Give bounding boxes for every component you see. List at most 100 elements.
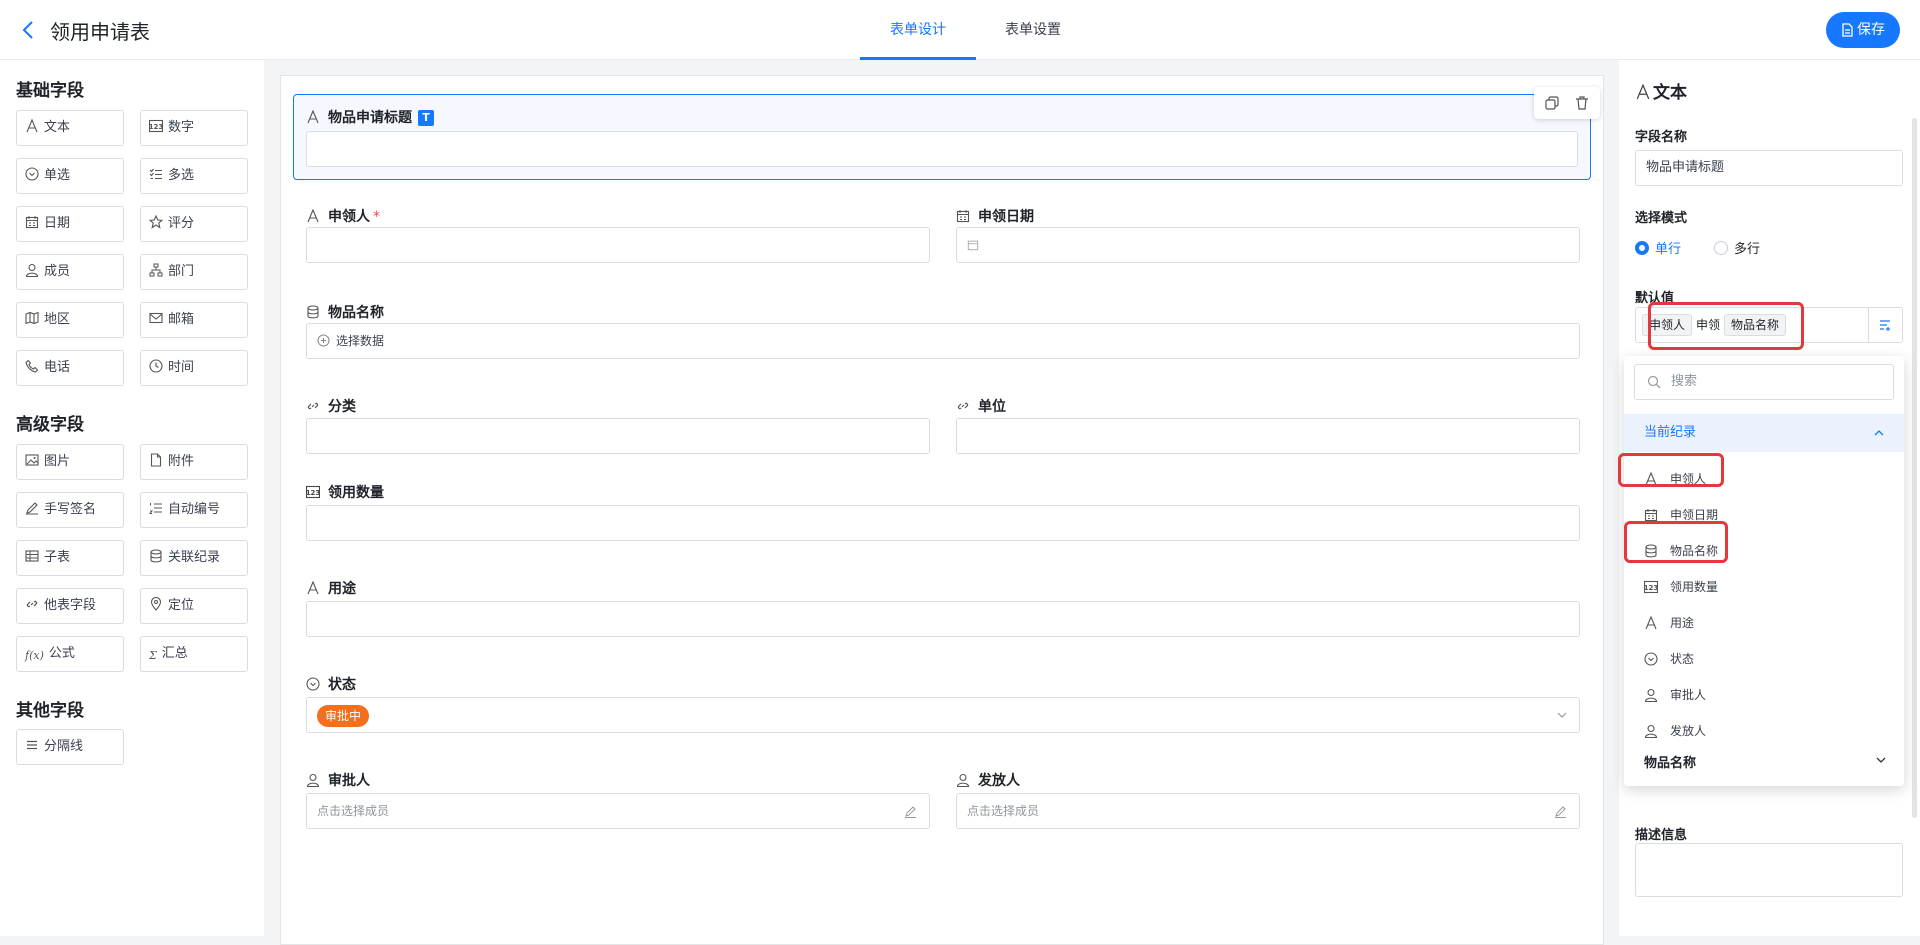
user-icon [956,773,970,788]
phone-icon [25,353,39,373]
formula-icon: f(x) [25,649,44,662]
user-icon [1644,688,1658,703]
description-label: 描述信息 [1635,828,1688,843]
single-select-icon [1644,652,1658,666]
map-icon [25,305,39,325]
palette-image-button[interactable]: 图片 [16,444,124,480]
unit-input[interactable] [956,418,1580,454]
save-doc-icon [1842,23,1853,37]
link-icon [306,399,320,413]
chevron-up-icon [1874,430,1884,436]
applicant-input[interactable] [306,227,930,263]
palette-table-button[interactable]: 子表 [16,540,124,576]
clock-icon [149,353,163,373]
search-input[interactable]: 搜索 [1634,364,1894,400]
palette-pen-button[interactable]: 手写签名 [16,492,124,528]
dropdown-item[interactable]: 用途 [1644,614,1694,631]
palette-map-button[interactable]: 地区 [16,302,124,338]
palette-link-button[interactable]: 他表字段 [16,588,124,624]
palette-text-button[interactable]: 文本 [16,110,124,146]
save-label: 保存 [1857,22,1885,38]
chevron-down-icon [1557,712,1567,718]
save-button[interactable]: 保存 [1826,12,1900,48]
palette-clock-button[interactable]: 时间 [140,350,248,386]
advanced-fields-heading: 高级字段 [16,415,84,435]
apply-date-input[interactable] [956,227,1580,263]
number-icon: 123 [1644,580,1658,594]
add-circle-icon [317,326,330,347]
palette-multi-select-button[interactable]: 多选 [140,158,248,194]
description-textarea[interactable] [1635,843,1903,897]
palette-single-select-button[interactable]: 单选 [16,158,124,194]
insert-field-icon[interactable] [1878,318,1892,332]
status-select[interactable]: 审批中 [306,697,1580,733]
svg-text:123: 123 [1644,584,1658,592]
current-record-section[interactable]: 当前纪录 [1624,414,1904,452]
dropdown-item[interactable]: 状态 [1644,650,1694,667]
copy-icon[interactable] [1544,95,1560,111]
scrollbar[interactable] [1912,118,1917,818]
trash-icon[interactable] [1574,95,1590,111]
radio-dot [1635,241,1649,255]
approver-picker[interactable]: 点击选择成员 [306,793,930,829]
text-icon [306,208,320,223]
link-icon [956,399,970,413]
purpose-input[interactable] [306,601,1580,637]
tab-form-design[interactable]: 表单设计 [860,0,976,60]
form-canvas: 物品申请标题 T 申领人 * 申领日期 物品名称 选择数据 分类 单位 123 领用数… [280,75,1604,945]
highlight-item-name-item [1624,521,1728,563]
calendar-icon [967,230,980,251]
number-icon: 123 [306,485,320,499]
palette-location-button[interactable]: 定位 [140,588,248,624]
single-select-icon [306,677,320,691]
palette-formula-button[interactable]: f(x) 公式 [16,636,124,672]
highlight-default-tokens [1648,302,1804,350]
highlight-applicant-item [1618,453,1724,487]
palette-file-button[interactable]: 附件 [140,444,248,480]
title-field-input[interactable] [306,131,1578,167]
image-icon [25,447,39,466]
radio-single-line[interactable]: 单行 [1635,238,1681,257]
user-icon [306,773,320,788]
palette-divider-button[interactable]: 分隔线 [16,729,124,765]
item-name-picker[interactable]: 选择数据 [306,323,1580,359]
org-icon [149,257,163,277]
category-label: 分类 [306,396,356,416]
item-name-label: 物品名称 [306,302,384,322]
category-input[interactable] [306,418,930,454]
field-type-title: 文本 [1635,78,1687,103]
field-palette: 基础字段 高级字段 其他字段 文本 123 数字 单选 多选 日期 评分 成员 部门 地区 邮箱 电话… [0,60,264,936]
divider [1868,307,1869,343]
numbered-list-icon [148,495,163,514]
dropdown-item[interactable]: 123 领用数量 [1644,578,1718,595]
tab-form-settings[interactable]: 表单设置 [990,0,1076,60]
issuer-picker[interactable]: 点击选择成员 [956,793,1580,829]
unit-label: 单位 [956,396,1006,416]
dropdown-item[interactable]: 发放人 [1644,722,1706,739]
palette-number-button[interactable]: 123 数字 [140,110,248,146]
back-arrow-icon[interactable] [16,17,42,43]
palette-phone-button[interactable]: 电话 [16,350,124,386]
selected-field-title[interactable]: 物品申请标题 T [293,87,1600,180]
svg-text:123: 123 [149,123,163,131]
palette-star-button[interactable]: 评分 [140,206,248,242]
applicant-label: 申领人 * [306,206,380,226]
palette-user-button[interactable]: 成员 [16,254,124,290]
palette-org-button[interactable]: 部门 [140,254,248,290]
basic-fields-heading: 基础字段 [16,81,84,101]
dropdown-item[interactable]: 审批人 [1644,686,1706,703]
text-icon [306,580,320,595]
palette-numbered-list-button[interactable]: 自动编号 [140,492,248,528]
field-picker-dropdown: 搜索 当前纪录 申领人 申领日期 物品名称 123 领用数量 用途 状态 审批人 发放人 物品名… [1624,356,1904,786]
palette-mail-button[interactable]: 邮箱 [140,302,248,338]
page-title: 领用申请表 [50,20,150,44]
field-name-input[interactable]: 物品申请标题 [1635,150,1903,186]
palette-calendar-button[interactable]: 日期 [16,206,124,242]
radio-multi-line[interactable]: 多行 [1714,238,1760,257]
quantity-input[interactable] [306,505,1580,541]
item-name-section[interactable]: 物品名称 [1644,752,1696,771]
palette-sum-button[interactable]: Σ 汇总 [140,636,248,672]
palette-database-button[interactable]: 关联纪录 [140,540,248,576]
user-icon [1644,724,1658,739]
chevron-down-icon [1876,757,1886,763]
